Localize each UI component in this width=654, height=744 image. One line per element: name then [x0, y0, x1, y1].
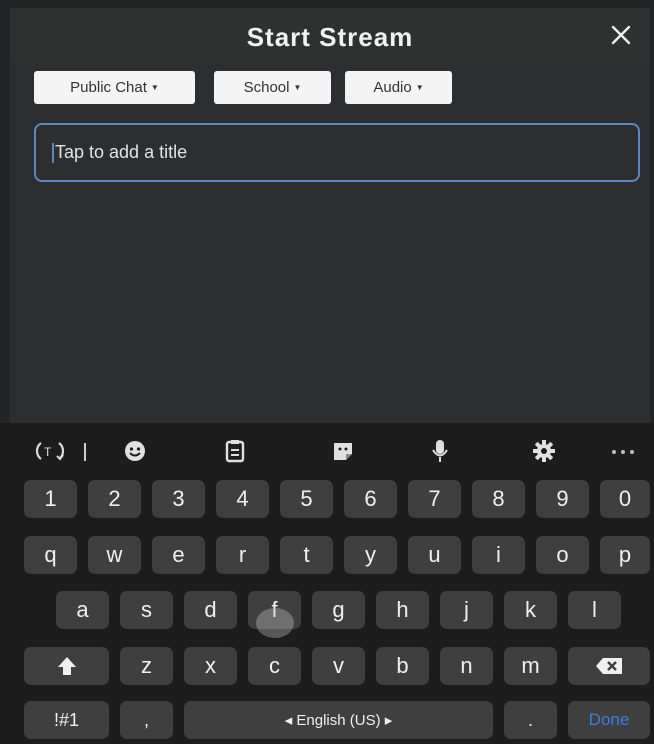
keyboard-settings-button[interactable] [532, 439, 556, 463]
key-1[interactable]: 1 [24, 480, 77, 518]
shift-icon [57, 657, 76, 675]
title-placeholder: Tap to add a title [55, 142, 188, 162]
stream-settings-panel: Public Chat ▼ School ▼ Audio ▼ Tap to ad… [10, 63, 650, 423]
settings-icon [533, 440, 555, 462]
chip-label: Audio [373, 79, 412, 96]
caret-down-icon: ▼ [293, 83, 302, 92]
key-c[interactable]: c [248, 647, 301, 685]
svg-text:T: T [44, 445, 52, 459]
chip-label: School [243, 79, 290, 96]
symbols-key[interactable]: !#1 [24, 701, 109, 739]
caret-down-icon: ▼ [415, 83, 424, 92]
voice-input-button[interactable] [430, 439, 450, 463]
key-2[interactable]: 2 [88, 480, 141, 518]
key-n[interactable]: n [440, 647, 493, 685]
chat-mode-dropdown[interactable]: Public Chat ▼ [34, 71, 195, 104]
key-7[interactable]: 7 [408, 480, 461, 518]
key-v[interactable]: v [312, 647, 365, 685]
key-0[interactable]: 0 [600, 480, 650, 518]
key-j[interactable]: j [440, 591, 493, 629]
key-t[interactable]: t [280, 536, 333, 574]
key-9[interactable]: 9 [536, 480, 589, 518]
key-k[interactable]: k [504, 591, 557, 629]
stream-title-input[interactable]: Tap to add a title [34, 123, 640, 182]
key-x[interactable]: x [184, 647, 237, 685]
key-s[interactable]: s [120, 591, 173, 629]
emoji-button[interactable] [122, 439, 148, 463]
text-cursor [52, 142, 54, 163]
key-e[interactable]: e [152, 536, 205, 574]
start-stream-screen: Start Stream Public Chat ▼ School ▼ Audi… [0, 0, 654, 744]
microphone-icon [432, 440, 448, 462]
toolbar-divider [84, 443, 86, 461]
close-button[interactable] [610, 24, 632, 46]
on-screen-keyboard: T 1 2 3 4 5 6 7 8 9 0 q w e r t y u i o … [0, 423, 654, 744]
translate-button[interactable]: T [32, 439, 68, 463]
media-type-dropdown[interactable]: Audio ▼ [345, 71, 452, 104]
page-title: Start Stream [246, 22, 414, 52]
key-o[interactable]: o [536, 536, 589, 574]
period-key[interactable]: . [504, 701, 557, 739]
clipboard-icon [225, 440, 245, 463]
key-6[interactable]: 6 [344, 480, 397, 518]
more-icon [612, 450, 634, 454]
key-4[interactable]: 4 [216, 480, 269, 518]
done-key[interactable]: Done [568, 701, 650, 739]
key-m[interactable]: m [504, 647, 557, 685]
translate-icon: T [35, 442, 65, 461]
key-q[interactable]: q [24, 536, 77, 574]
key-5[interactable]: 5 [280, 480, 333, 518]
emoji-icon [125, 441, 145, 461]
more-options-button[interactable] [608, 439, 638, 463]
key-8[interactable]: 8 [472, 480, 525, 518]
sticker-icon [334, 443, 352, 460]
key-l[interactable]: l [568, 591, 621, 629]
key-r[interactable]: r [216, 536, 269, 574]
key-w[interactable]: w [88, 536, 141, 574]
key-d[interactable]: d [184, 591, 237, 629]
key-u[interactable]: u [408, 536, 461, 574]
close-icon [611, 25, 631, 45]
chip-label: Public Chat [70, 79, 147, 96]
shift-key[interactable] [24, 647, 109, 685]
backspace-icon [596, 658, 622, 674]
keyboard-toolbar: T [0, 423, 654, 479]
key-g[interactable]: g [312, 591, 365, 629]
backspace-key[interactable] [568, 647, 650, 685]
key-a[interactable]: a [56, 591, 109, 629]
key-i[interactable]: i [472, 536, 525, 574]
key-b[interactable]: b [376, 647, 429, 685]
sticker-button[interactable] [330, 439, 356, 463]
space-key[interactable]: ◂ English (US) ▸ [184, 701, 493, 739]
header-bar: Start Stream [10, 8, 650, 63]
key-3[interactable]: 3 [152, 480, 205, 518]
key-z[interactable]: z [120, 647, 173, 685]
key-p[interactable]: p [600, 536, 650, 574]
clipboard-button[interactable] [224, 439, 246, 463]
category-dropdown[interactable]: School ▼ [214, 71, 331, 104]
comma-key[interactable]: , [120, 701, 173, 739]
key-h[interactable]: h [376, 591, 429, 629]
caret-down-icon: ▼ [150, 83, 159, 92]
key-y[interactable]: y [344, 536, 397, 574]
key-f[interactable]: f [248, 591, 301, 629]
